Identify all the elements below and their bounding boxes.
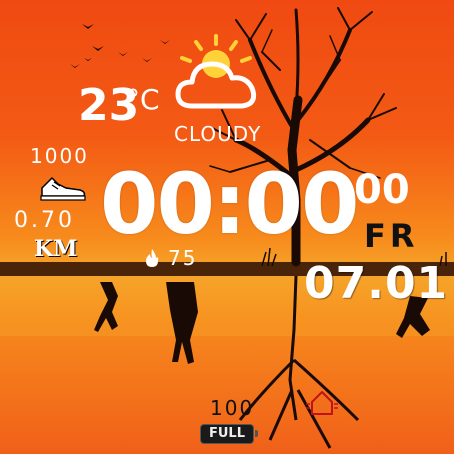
battery-status: FULL xyxy=(208,426,245,441)
steps-value: 1000 xyxy=(30,144,89,168)
time-seconds: 00 xyxy=(354,167,410,213)
sneaker-icon xyxy=(40,176,86,201)
watch-face: 23 °C CLOUDY 1000 0.70 KM 75 00:00 00 FR… xyxy=(0,0,454,454)
time-display: 00:00 xyxy=(100,162,359,246)
battery-badge: FULL xyxy=(200,424,258,444)
date-value: 07.01 xyxy=(304,258,449,309)
battery-value: 100 xyxy=(210,396,255,420)
weather-condition: CLOUDY xyxy=(174,122,262,146)
home-icon[interactable] xyxy=(302,388,342,418)
temperature-unit: °C xyxy=(126,83,160,116)
distance-value: 0.70 xyxy=(14,208,75,233)
time-hours: 00 xyxy=(100,155,215,253)
battery-tip xyxy=(255,430,258,437)
day-of-week: FR xyxy=(364,217,419,255)
distance-unit: KM xyxy=(34,236,78,262)
time-separator: : xyxy=(212,155,247,253)
time-minutes: 00 xyxy=(244,155,360,253)
birds-flock xyxy=(70,24,170,68)
sun-behind-cloud-icon xyxy=(175,34,257,109)
